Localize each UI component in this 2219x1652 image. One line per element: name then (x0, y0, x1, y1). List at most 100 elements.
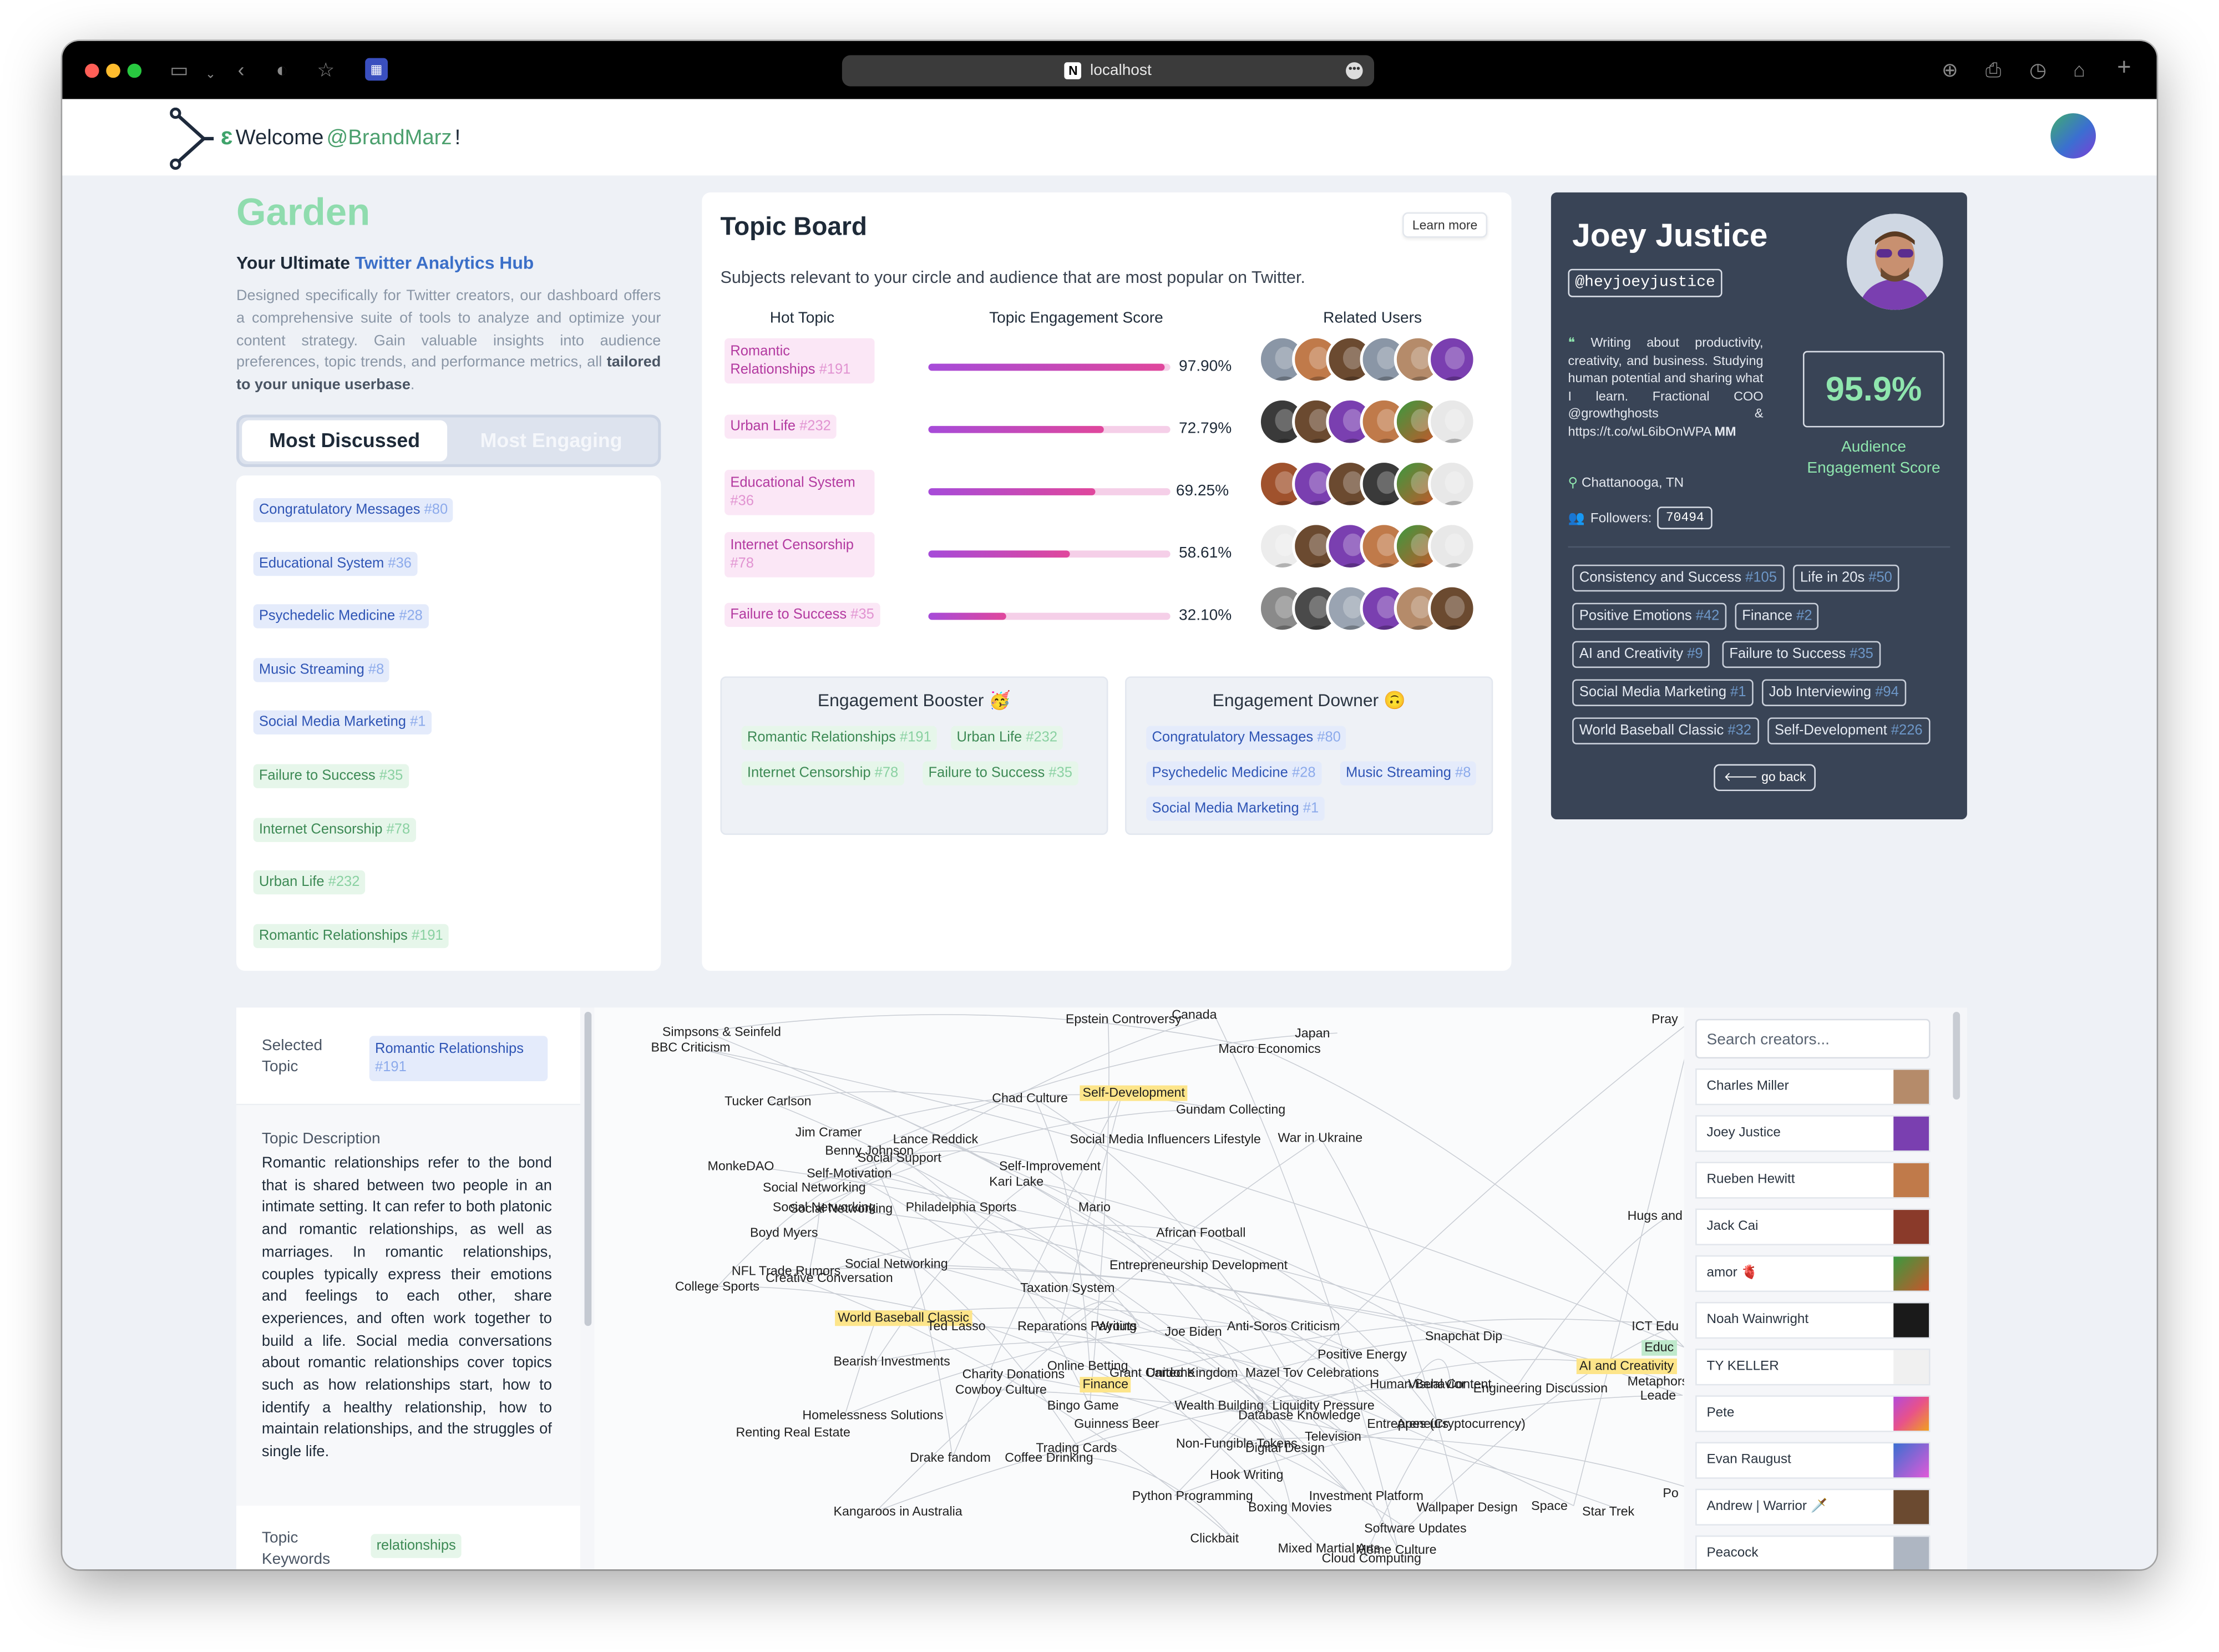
go-back-button[interactable]: 🡐 go back (1714, 764, 1816, 792)
related-user-avatar[interactable] (1427, 584, 1476, 633)
graph-node[interactable]: Self-Improvement (999, 1159, 1101, 1174)
graph-node[interactable]: Epstein Controversy (1066, 1012, 1182, 1027)
graph-node[interactable]: Social Networking (845, 1256, 948, 1272)
print-icon[interactable]: ⎙ (1985, 58, 2002, 82)
graph-node[interactable]: Homelessness Solutions (802, 1408, 943, 1423)
graph-node[interactable]: Renting Real Estate (736, 1425, 850, 1441)
graph-node[interactable]: Educ (1642, 1340, 1677, 1356)
user-avatar[interactable] (2050, 113, 2096, 159)
graph-node[interactable]: Mazel Tov Celebrations (1245, 1366, 1379, 1381)
new-tab-icon[interactable]: + (2117, 55, 2131, 79)
graph-node[interactable]: Space (1531, 1499, 1568, 1514)
discussed-topic-chip[interactable]: Music Streaming #8 (253, 657, 390, 682)
extension-icon[interactable]: ▦ (365, 58, 388, 81)
downer-topic-chip[interactable]: Music Streaming #8 (1340, 761, 1477, 786)
profile-topic-chip[interactable]: Finance #2 (1735, 602, 1820, 630)
graph-node[interactable]: Coffee Drinking (1005, 1451, 1093, 1466)
downer-topic-chip[interactable]: Congratulatory Messages #80 (1146, 726, 1347, 751)
chevron-down-icon[interactable]: ⌄ (205, 62, 216, 86)
graph-node[interactable]: Pray (1651, 1012, 1678, 1027)
creator-row[interactable]: Pete (1695, 1395, 1931, 1432)
profile-topic-chip[interactable]: World Baseball Classic #32 (1572, 717, 1759, 744)
selected-topic-chip[interactable]: Romantic Relationships #191 (369, 1036, 548, 1081)
graph-node[interactable]: Cloud Computing (1322, 1551, 1421, 1567)
graph-node[interactable]: Guinness Beer (1074, 1417, 1159, 1432)
bookmark-star-icon[interactable]: ☆ (317, 58, 335, 82)
hot-topic-chip[interactable]: Romantic Relationships #191 (725, 338, 875, 384)
graph-node[interactable]: Social Support (858, 1151, 941, 1166)
graph-node[interactable]: Tucker Carlson (725, 1094, 811, 1109)
booster-topic-chip[interactable]: Failure to Success #35 (923, 761, 1078, 786)
graph-node[interactable]: Engineering Discussion (1473, 1381, 1608, 1397)
creator-row[interactable]: Rueben Hewitt (1695, 1162, 1931, 1199)
graph-node[interactable]: Leade (1640, 1389, 1676, 1404)
creator-row[interactable]: Peacock (1695, 1535, 1931, 1570)
booster-topic-chip[interactable]: Urban Life #232 (951, 726, 1063, 751)
graph-node[interactable]: Television (1305, 1430, 1361, 1445)
home-icon[interactable]: ⌂ (2073, 58, 2085, 82)
discussed-topic-chip[interactable]: Failure to Success #35 (253, 764, 409, 788)
graph-node[interactable]: Snapchat Dip (1425, 1329, 1502, 1344)
discussed-topic-chip[interactable]: Internet Censorship #78 (253, 817, 416, 842)
discussed-topic-chip[interactable]: Congratulatory Messages #80 (253, 498, 454, 523)
creator-search-input[interactable]: Search creators... (1695, 1018, 1931, 1059)
graph-node[interactable]: Self-Motivation (807, 1166, 891, 1182)
graph-node[interactable]: Self-Development (1080, 1085, 1188, 1101)
creator-row[interactable]: Joey Justice (1695, 1115, 1931, 1152)
graph-node[interactable]: United Kingdom (1146, 1366, 1238, 1381)
graph-node[interactable]: Database Knowledge (1238, 1408, 1361, 1423)
tab-most-engaging[interactable]: Most Engaging (447, 420, 655, 462)
creator-row[interactable]: Andrew | Warrior 🗡️ (1695, 1488, 1931, 1526)
hot-topic-chip[interactable]: Educational System #36 (725, 469, 875, 515)
graph-node[interactable]: Kangaroos in Australia (834, 1504, 962, 1520)
graph-node[interactable]: African Football (1156, 1225, 1245, 1241)
graph-node[interactable]: Japan (1295, 1026, 1330, 1041)
profile-topic-chip[interactable]: AI and Creativity #9 (1572, 641, 1710, 668)
graph-node[interactable]: Drake fandom (910, 1451, 991, 1466)
graph-node[interactable]: Boyd Myers (750, 1225, 818, 1241)
graph-node[interactable]: Ted Lasso (927, 1319, 986, 1335)
graph-node[interactable]: Software Updates (1364, 1521, 1466, 1537)
page-menu-icon[interactable]: ••• (1346, 62, 1363, 79)
graph-node[interactable]: Anti-Soros Criticism (1227, 1319, 1340, 1335)
graph-node[interactable]: Social Networking (763, 1180, 866, 1196)
graph-node[interactable]: Charity Donations (962, 1367, 1065, 1382)
creator-row[interactable]: TY KELLER (1695, 1349, 1931, 1386)
hot-topic-chip[interactable]: Internet Censorship #78 (725, 532, 875, 577)
graph-node[interactable]: Taxation System (1020, 1281, 1114, 1296)
hot-topic-chip[interactable]: Failure to Success #35 (725, 602, 880, 627)
history-icon[interactable]: ◷ (2029, 58, 2046, 82)
graph-node[interactable]: College Sports (675, 1279, 759, 1295)
profile-topic-chip[interactable]: Job Interviewing #94 (1761, 679, 1906, 706)
zoom-window-button[interactable] (127, 63, 142, 78)
booster-topic-chip[interactable]: Romantic Relationships #191 (741, 726, 938, 751)
graph-node[interactable]: Joe Biden (1164, 1325, 1222, 1340)
learn-more-button[interactable]: Learn more (1402, 212, 1488, 238)
back-icon[interactable]: ‹ (238, 58, 245, 82)
sidebar-icon[interactable]: ▭ (170, 58, 189, 82)
graph-node[interactable]: Creative Conversation (766, 1271, 893, 1286)
graph-node[interactable]: Philadelphia Sports (906, 1200, 1017, 1215)
related-user-avatar[interactable] (1427, 460, 1476, 508)
graph-node[interactable]: Mario (1078, 1200, 1111, 1215)
graph-node[interactable]: Metaphors a (1628, 1374, 1684, 1390)
tab-most-discussed[interactable]: Most Discussed (242, 420, 448, 462)
app-logo-icon[interactable] (170, 107, 215, 170)
graph-node[interactable]: Apes (Cryptocurrency) (1397, 1417, 1526, 1432)
creator-row[interactable]: Evan Raugust (1695, 1442, 1931, 1479)
close-window-button[interactable] (85, 63, 99, 78)
creator-row[interactable]: amor 🫀 (1695, 1255, 1931, 1293)
graph-node[interactable]: Gundam Collecting (1176, 1102, 1285, 1118)
graph-node[interactable]: AI and Creativity (1576, 1358, 1677, 1375)
minimize-window-button[interactable] (106, 63, 120, 78)
graph-node[interactable]: Canada (1172, 1007, 1217, 1023)
download-icon[interactable]: ⊕ (1942, 58, 1958, 82)
graph-node[interactable]: Jim Cramer (796, 1125, 862, 1141)
graph-node[interactable]: Wallpaper Design (1417, 1500, 1518, 1516)
graph-node[interactable]: Kari Lake (989, 1174, 1043, 1190)
related-user-avatar[interactable] (1427, 522, 1476, 571)
downer-topic-chip[interactable]: Psychedelic Medicine #28 (1146, 761, 1321, 786)
graph-node[interactable]: Python Programming (1132, 1489, 1253, 1504)
profile-topic-chip[interactable]: Life in 20s #50 (1793, 564, 1899, 592)
profile-topic-chip[interactable]: Positive Emotions #42 (1572, 602, 1727, 630)
